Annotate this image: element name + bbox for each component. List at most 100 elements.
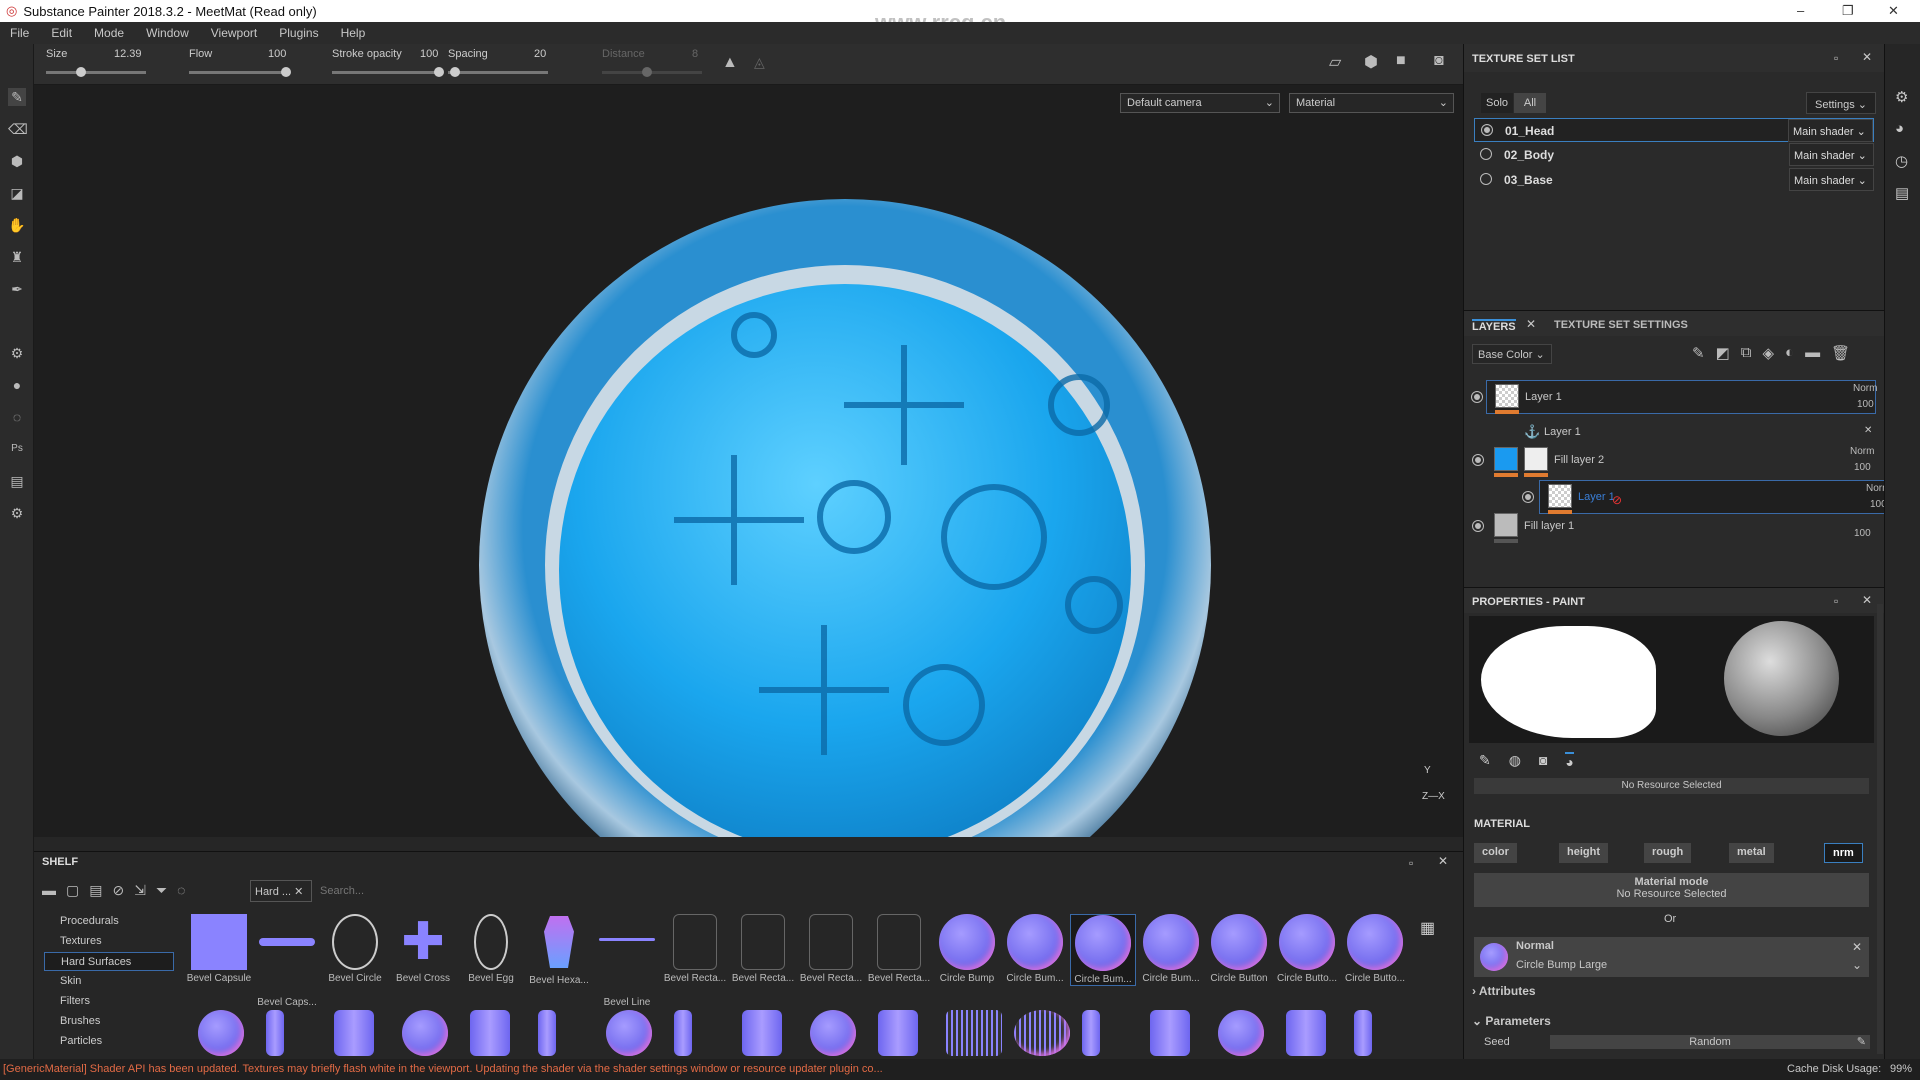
opacity-value[interactable]: 100 [1854,462,1871,473]
shelf-item[interactable]: Bevel Line [594,914,660,1008]
export-icon[interactable]: ▤ [8,472,26,490]
remove-resource-icon[interactable]: ✕ [1852,940,1862,954]
distance-value[interactable]: 8 [692,48,698,60]
bake-icon[interactable]: ⚙ [8,344,26,362]
attributes-section[interactable]: › Attributes [1472,984,1536,998]
shelf-item-thumbnail[interactable] [1286,1010,1326,1056]
shelf-item-thumbnail[interactable] [1218,1010,1264,1056]
shelf-item[interactable]: Circle Bump [934,914,1000,984]
add-fill-layer-icon[interactable]: ⧉ [1741,344,1752,362]
shelf-category[interactable]: Brushes [44,1012,174,1031]
anchor-row[interactable]: ⚓ Layer 1 ✕ [1464,422,1885,444]
shelf-category[interactable]: Skin [44,972,174,991]
channel-nrm-button[interactable]: nrm [1824,843,1863,863]
channel-select[interactable]: Base Color ⌄ [1472,344,1552,364]
shelf-item[interactable]: Bevel Capsule [186,914,252,984]
shelf-category[interactable]: Hard Surfaces [44,952,174,971]
shelf-item-thumbnail[interactable] [470,1010,510,1056]
no-resource-selected[interactable]: No Resource Selected [1474,778,1869,794]
size-slider[interactable] [46,67,146,77]
eraser-icon[interactable]: ⌫ [8,120,28,138]
shelf-item-thumbnail[interactable] [878,1010,918,1056]
shelf-close-icon[interactable]: ✕ [1438,854,1448,868]
render-icon[interactable]: ◌ [8,408,26,426]
hide-icon[interactable]: ⊘ [112,882,124,899]
shelf-search-input[interactable] [316,880,1451,902]
channel-rough-button[interactable]: rough [1644,843,1692,863]
blend-mode-select[interactable]: Norm [1850,446,1874,457]
undock-icon[interactable]: ▫ [1834,594,1838,608]
settings-icon[interactable]: ⚙ [8,504,26,522]
log-icon[interactable]: ▤ [1895,184,1909,202]
shelf-item[interactable]: Bevel Hexa... [526,914,592,986]
channel-height-button[interactable]: height [1559,843,1608,863]
texture-set-row[interactable]: 02_Body Main shader ⌄ [1474,143,1874,167]
shelf-item-thumbnail[interactable] [606,1010,652,1056]
spacing-value[interactable]: 20 [534,48,546,60]
texture-set-radio[interactable] [1480,173,1492,185]
flow-slider[interactable] [189,67,291,77]
history-icon[interactable]: ◷ [1895,152,1908,170]
menu-window[interactable]: Window [146,26,189,40]
brush-tab-icon[interactable]: ✎ [1479,752,1491,770]
layer-row[interactable]: Layer 1 Norm 100 [1471,380,1877,414]
display-mode-icon[interactable]: ▱ [1329,52,1341,72]
shelf-item-thumbnail[interactable] [742,1010,782,1056]
shelf-item-thumbnail[interactable] [538,1010,556,1056]
shader-select[interactable]: Main shader ⌄ [1788,119,1873,142]
smudge-icon[interactable]: ✋ [8,216,26,234]
shelf-item[interactable]: Bevel Recta... [798,914,864,984]
polygon-fill-icon[interactable]: ◪ [8,184,26,202]
texture-set-row[interactable]: 03_Base Main shader ⌄ [1474,168,1874,192]
texture-set-radio[interactable] [1481,124,1493,136]
shelf-item[interactable]: Circle Bum... [1070,914,1136,986]
delete-layer-icon[interactable]: 🗑 [1831,344,1850,362]
new-folder-icon[interactable]: ▢ [66,882,79,899]
shelf-category[interactable]: Filters [44,992,174,1011]
tab-texture-set-settings[interactable]: TEXTURE SET SETTINGS [1554,319,1688,331]
undock-icon[interactable]: ▫ [1409,856,1413,870]
chevron-down-icon[interactable]: ⌄ [1852,958,1862,972]
texture-set-row[interactable]: 01_Head Main shader ⌄ [1474,118,1874,142]
shelf-item-thumbnail[interactable] [946,1010,1002,1056]
clear-filter-icon[interactable]: ◌ [177,882,185,899]
shelf-item[interactable]: Circle Button [1206,914,1272,984]
menu-plugins[interactable]: Plugins [279,26,318,40]
undock-icon[interactable]: ▫ [1834,51,1838,65]
shelf-item-thumbnail[interactable] [1354,1010,1372,1056]
visibility-toggle[interactable] [1472,520,1484,532]
stroke-opacity-value[interactable]: 100 [420,48,438,60]
projection-icon[interactable]: ⬢ [8,152,26,170]
solo-button[interactable]: Solo [1481,93,1513,113]
3d-view-icon[interactable]: ⬢ [1364,52,1378,72]
opacity-value[interactable]: 100 [1857,399,1874,410]
shelf-item[interactable]: Circle Bum... [1002,914,1068,984]
channel-metal-button[interactable]: metal [1729,843,1774,863]
shelf-item-thumbnail[interactable] [1082,1010,1100,1056]
shelf-item[interactable]: Bevel Recta... [662,914,728,984]
shelf-item-thumbnail[interactable] [1014,1010,1070,1056]
screenshot-icon[interactable]: ◙ [1434,52,1444,70]
layer-row[interactable]: Fill layer 2 Norm 100 [1464,444,1885,478]
shelf-item-thumbnail[interactable] [198,1010,244,1056]
flow-value[interactable]: 100 [268,48,286,60]
color-picker-icon[interactable]: ✒ [8,280,26,298]
menu-mode[interactable]: Mode [94,26,124,40]
filter-icon[interactable]: ⏷ [156,882,167,899]
filter-tag[interactable]: Hard ... ✕ [250,880,312,902]
import-icon[interactable]: ⇲ [134,882,146,899]
layer-row[interactable]: Fill layer 1 100 [1464,510,1885,544]
close-button[interactable]: ✕ [1888,3,1899,19]
3d-viewport[interactable]: Default camera ⌄ Material ⌄ Y Z—X [34,85,1463,837]
size-value[interactable]: 12.39 [114,48,142,60]
lazy-mouse-icon[interactable]: ◬ [754,54,765,71]
tab-layers[interactable]: LAYERS [1472,319,1516,333]
shelf-item[interactable]: Bevel Circle [322,914,388,984]
shelf-item[interactable]: Bevel Recta... [730,914,796,984]
minimize-button[interactable]: – [1797,3,1804,18]
shelf-category[interactable]: Procedurals [44,912,174,931]
texture-set-radio[interactable] [1480,148,1492,160]
shelf-category[interactable]: Particles [44,1032,174,1051]
menu-help[interactable]: Help [341,26,366,40]
paint-brush-icon[interactable]: ✎ [8,88,26,106]
